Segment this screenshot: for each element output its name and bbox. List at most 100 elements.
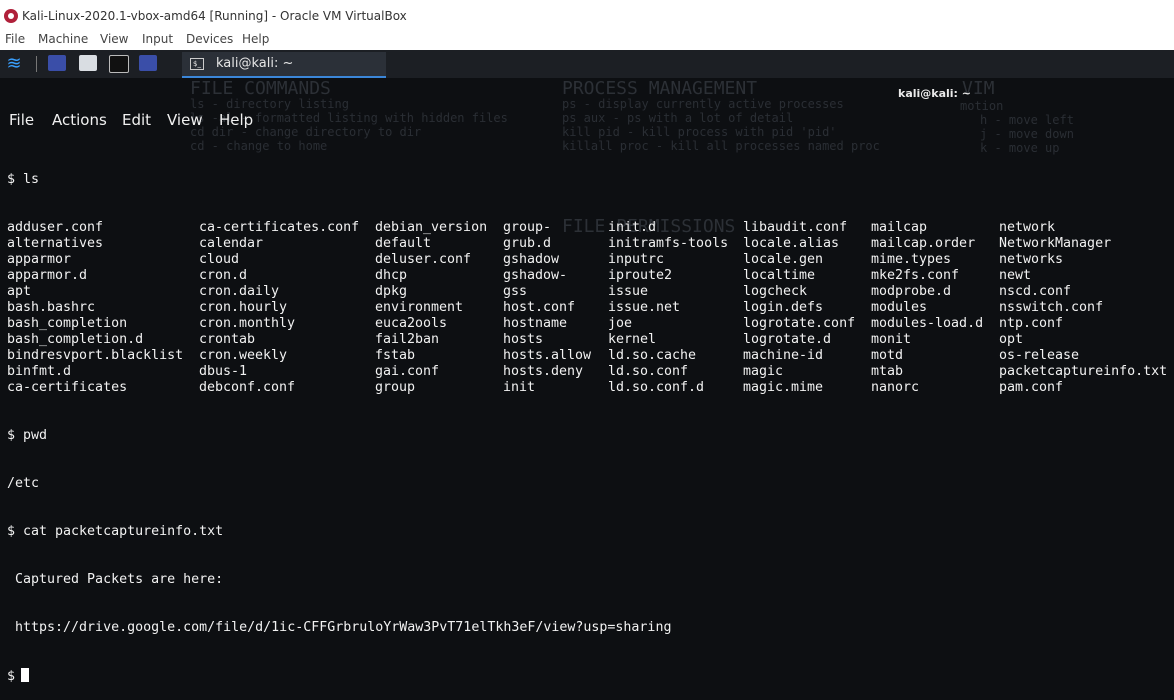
ls-row: bash_completion.d crontab fail2ban hosts ker… — [7, 332, 1172, 348]
ls-entry: debian_version — [375, 220, 488, 235]
virtualbox-logo-icon — [4, 9, 18, 23]
terminal-launcher-icon[interactable] — [109, 55, 129, 73]
virtualbox-title-bar: Kali-Linux-2020.1-vbox-amd64 [Running] -… — [0, 0, 1174, 32]
terminal-menu-file[interactable]: File — [9, 111, 34, 129]
show-desktop-icon[interactable] — [48, 55, 66, 71]
ls-output: adduser.conf ca-certificates.conf debian_v… — [7, 220, 1172, 396]
ls-entry: apparmor.d — [7, 268, 88, 283]
ls-entry: kernel — [608, 332, 657, 347]
wallpaper-line: ls - directory listing — [190, 97, 349, 111]
ls-entry: ld.so.cache — [608, 348, 697, 363]
wallpaper-line: ps aux - ps with a lot of detail — [562, 111, 794, 125]
ls-entry: ca-certificates.conf — [199, 220, 360, 235]
ls-entry: locale.gen — [743, 252, 824, 267]
ls-row: apt cron.daily dpkg gss issue logcheck modprob… — [7, 284, 1172, 300]
prompt-line[interactable]: $ — [7, 668, 1172, 684]
ls-entry: dhcp — [375, 268, 408, 283]
file-manager-icon[interactable] — [79, 55, 97, 71]
terminal-menu-help[interactable]: Help — [219, 111, 253, 129]
ls-entry: mailcap.order — [871, 236, 976, 251]
panel-separator — [36, 56, 37, 72]
ls-entry: cron.d — [199, 268, 248, 283]
vbox-menu-input[interactable]: Input — [142, 32, 173, 46]
ls-entry: modules-load.d — [871, 316, 984, 331]
ls-entry: hosts — [503, 332, 544, 347]
ls-entry: magic — [743, 364, 784, 379]
ls-entry: motd — [871, 348, 904, 363]
ls-entry: initramfs-tools — [608, 236, 729, 251]
ls-entry: init.d — [608, 220, 657, 235]
wallpaper-line: ps - display currently active processes — [562, 97, 844, 111]
ls-entry: NetworkManager — [999, 236, 1112, 251]
ls-entry: logcheck — [743, 284, 808, 299]
wallpaper-heading-file-commands: FILE COMMANDS — [190, 78, 331, 99]
ls-entry: dbus-1 — [199, 364, 248, 379]
ls-entry: init — [503, 380, 536, 395]
ls-entry: gshadow — [503, 252, 560, 267]
ls-entry: deluser.conf — [375, 252, 472, 267]
terminal-menu-view[interactable]: View — [167, 111, 203, 129]
ls-entry: cron.hourly — [199, 300, 288, 315]
terminal-output[interactable]: $ ls adduser.conf ca-certificates.conf deb… — [7, 140, 1172, 700]
ls-entry: debconf.conf — [199, 380, 296, 395]
ls-entry: calendar — [199, 236, 264, 251]
ls-row: bindresvport.blacklist cron.weekly fstab ho… — [7, 348, 1172, 364]
ls-entry: apt — [7, 284, 32, 299]
kali-top-panel: ≋ $_ kali@kali: ~ — [0, 50, 1174, 78]
ls-entry: newt — [999, 268, 1032, 283]
wallpaper-line: h - move left — [980, 113, 1074, 127]
taskbar-terminal-task[interactable]: $_ kali@kali: ~ — [182, 52, 386, 78]
ls-entry: magic.mime — [743, 380, 824, 395]
vbox-menu-devices[interactable]: Devices — [186, 32, 233, 46]
ls-entry: alternatives — [7, 236, 104, 251]
ls-entry: monit — [871, 332, 912, 347]
text-cursor — [21, 668, 30, 682]
wallpaper-line: kill pid - kill process with pid 'pid' — [562, 125, 837, 139]
command-line: $ pwd — [7, 428, 48, 443]
window-title: Kali-Linux-2020.1-vbox-amd64 [Running] -… — [22, 9, 407, 23]
vbox-menu-machine[interactable]: Machine — [38, 32, 88, 46]
ls-entry: ld.so.conf — [608, 364, 689, 379]
ls-entry: localtime — [743, 268, 816, 283]
terminal-menu-edit[interactable]: Edit — [122, 111, 151, 129]
output-line: Captured Packets are here: — [7, 572, 224, 587]
terminal-menu-actions[interactable]: Actions — [52, 111, 107, 129]
screen-recorder-icon[interactable] — [139, 55, 157, 71]
ls-entry: nsswitch.conf — [999, 300, 1104, 315]
terminal-title: kali@kali: ~ — [898, 87, 972, 100]
ls-row: adduser.conf ca-certificates.conf debian_v… — [7, 220, 1172, 236]
ls-entry: ca-certificates — [7, 380, 128, 395]
ls-entry: cloud — [199, 252, 240, 267]
ls-entry: host.conf — [503, 300, 576, 315]
vbox-menu-help[interactable]: Help — [242, 32, 269, 46]
ls-entry: bash.bashrc — [7, 300, 96, 315]
ls-entry: locale.alias — [743, 236, 840, 251]
ls-entry: bindresvport.blacklist — [7, 348, 184, 363]
output-line: /etc — [7, 476, 40, 491]
ls-entry: mime.types — [871, 252, 952, 267]
ls-entry: libaudit.conf — [743, 220, 848, 235]
ls-row: bash_completion cron.monthly euca2ools host… — [7, 316, 1172, 332]
output-url-line: https://drive.google.com/file/d/1ic-CFFG… — [7, 620, 672, 635]
ls-entry: euca2ools — [375, 316, 448, 331]
ls-row: alternatives calendar default grub.d initram… — [7, 236, 1172, 252]
ls-entry: cron.daily — [199, 284, 280, 299]
vbox-menu-view[interactable]: View — [100, 32, 128, 46]
ls-entry: modules — [871, 300, 928, 315]
command-line: $ ls — [7, 172, 40, 187]
ls-entry: machine-id — [743, 348, 824, 363]
ls-entry: hostname — [503, 316, 568, 331]
wallpaper-heading-process-management: PROCESS MANAGEMENT — [562, 78, 758, 99]
ls-entry: cron.weekly — [199, 348, 288, 363]
ls-entry: group — [375, 380, 416, 395]
ls-entry: mke2fs.conf — [871, 268, 960, 283]
ls-entry: binfmt.d — [7, 364, 72, 379]
ls-entry: mtab — [871, 364, 904, 379]
kali-menu-icon[interactable]: ≋ — [2, 52, 26, 76]
ls-entry: environment — [375, 300, 464, 315]
ls-entry: grub.d — [503, 236, 552, 251]
ls-entry: cron.monthly — [199, 316, 296, 331]
virtualbox-menubar: File Machine View Input Devices Help — [0, 32, 1174, 50]
vbox-menu-file[interactable]: File — [5, 32, 25, 46]
ls-entry: bash_completion — [7, 316, 128, 331]
